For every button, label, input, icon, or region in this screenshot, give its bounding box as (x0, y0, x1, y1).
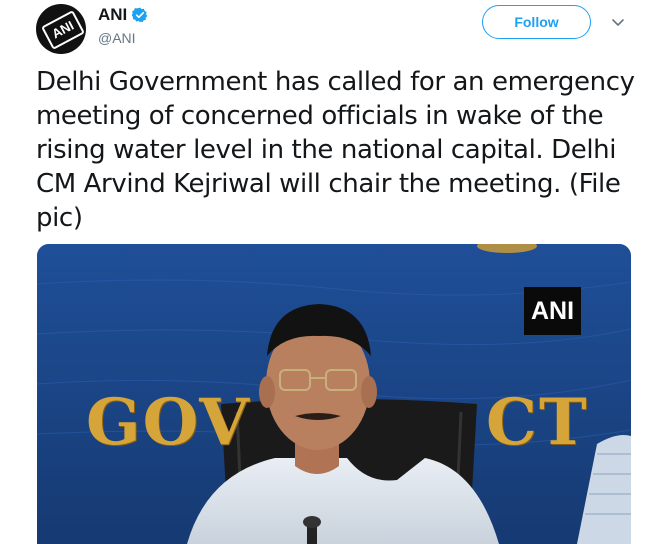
tweet-text: Delhi Government has called for an emerg… (36, 67, 635, 233)
verified-badge-icon (132, 7, 148, 23)
chevron-down-icon[interactable] (610, 14, 626, 30)
author-name-row[interactable]: ANI (98, 5, 148, 25)
banner-text-left: GOV (86, 385, 251, 460)
follow-button[interactable]: Follow (482, 5, 591, 39)
ani-logo: ANI (41, 10, 85, 50)
avatar[interactable]: ANI (36, 4, 86, 54)
banner-text-right: CT (486, 385, 589, 460)
ani-watermark: ANI (524, 287, 581, 335)
author-display-name[interactable]: ANI (98, 5, 127, 25)
tweet-header: ANI ANI @ANI Follow (0, 0, 650, 60)
author-handle[interactable]: @ANI (98, 30, 136, 46)
